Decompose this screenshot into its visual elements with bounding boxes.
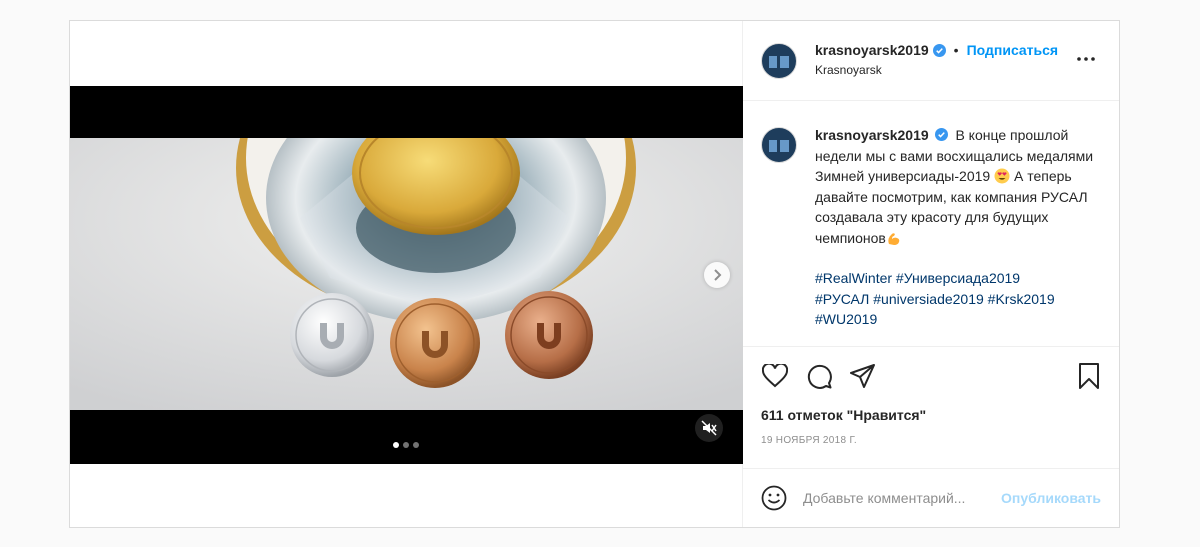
video-player[interactable] [70, 86, 743, 464]
more-options-icon[interactable] [1077, 57, 1095, 61]
carousel-indicator [393, 442, 419, 448]
carousel-next-button[interactable] [704, 262, 730, 288]
post-header: krasnoyarsk2019 • Подписаться Krasnoyars… [743, 21, 1119, 101]
likes-count[interactable]: 611 отметок "Нравится" [743, 405, 1119, 423]
verified-badge-icon [934, 128, 948, 141]
post-actions [743, 347, 1119, 405]
heart-icon [762, 364, 788, 388]
flexed-biceps-emoji-icon [888, 232, 900, 245]
carousel-dot [393, 442, 399, 448]
carousel-dot [403, 442, 409, 448]
author-username[interactable]: krasnoyarsk2019 [815, 42, 929, 58]
save-button[interactable] [1075, 362, 1103, 390]
comment-bar: Опубликовать [743, 469, 1119, 527]
hashtag-link[interactable]: #Krsk2019 [988, 291, 1055, 307]
hashtag-link[interactable]: #universiade2019 [873, 291, 984, 307]
muted-speaker-icon [701, 420, 717, 436]
chevron-right-icon [714, 269, 722, 281]
follow-button[interactable]: Подписаться [967, 42, 1059, 58]
share-button[interactable] [849, 362, 877, 390]
instagram-post: krasnoyarsk2019 • Подписаться Krasnoyars… [69, 20, 1120, 528]
hashtag-link[interactable]: #WU2019 [815, 311, 877, 327]
hashtag-link[interactable]: #RealWinter [815, 270, 892, 286]
post-media [70, 21, 743, 527]
post-date[interactable]: 19 НОЯБРЯ 2018 Г. [743, 423, 1119, 469]
caption-hashtags: #RealWinter #Универсиада2019 #РУСАЛ #uni… [815, 268, 1095, 330]
post-caption: krasnoyarsk2019 В конце прошлой недели м… [743, 101, 1119, 347]
hashtag-link[interactable]: #Универсиада2019 [896, 270, 1020, 286]
post-side-panel: krasnoyarsk2019 • Подписаться Krasnoyars… [743, 21, 1119, 527]
like-button[interactable] [761, 362, 789, 390]
mute-toggle-button[interactable] [695, 414, 723, 442]
video-frame [70, 138, 743, 410]
carousel-dot [413, 442, 419, 448]
verified-badge-icon [932, 43, 946, 57]
heart-eyes-emoji-icon [994, 168, 1010, 184]
header-separator: • [953, 42, 959, 58]
hashtag-link[interactable]: #РУСАЛ [815, 291, 869, 307]
author-avatar[interactable] [761, 42, 797, 79]
post-location[interactable]: Krasnoyarsk [815, 63, 1058, 77]
comment-input[interactable] [803, 490, 1002, 506]
caption-username[interactable]: krasnoyarsk2019 [815, 127, 929, 143]
caption-avatar[interactable] [761, 127, 797, 163]
smiley-icon[interactable] [761, 485, 787, 511]
paper-plane-icon [850, 364, 875, 388]
bookmark-icon [1079, 363, 1099, 389]
caption-text: krasnoyarsk2019 В конце прошлой недели м… [815, 125, 1095, 334]
comment-button[interactable] [805, 362, 833, 390]
comment-icon [807, 364, 832, 389]
publish-button[interactable]: Опубликовать [1001, 490, 1101, 506]
